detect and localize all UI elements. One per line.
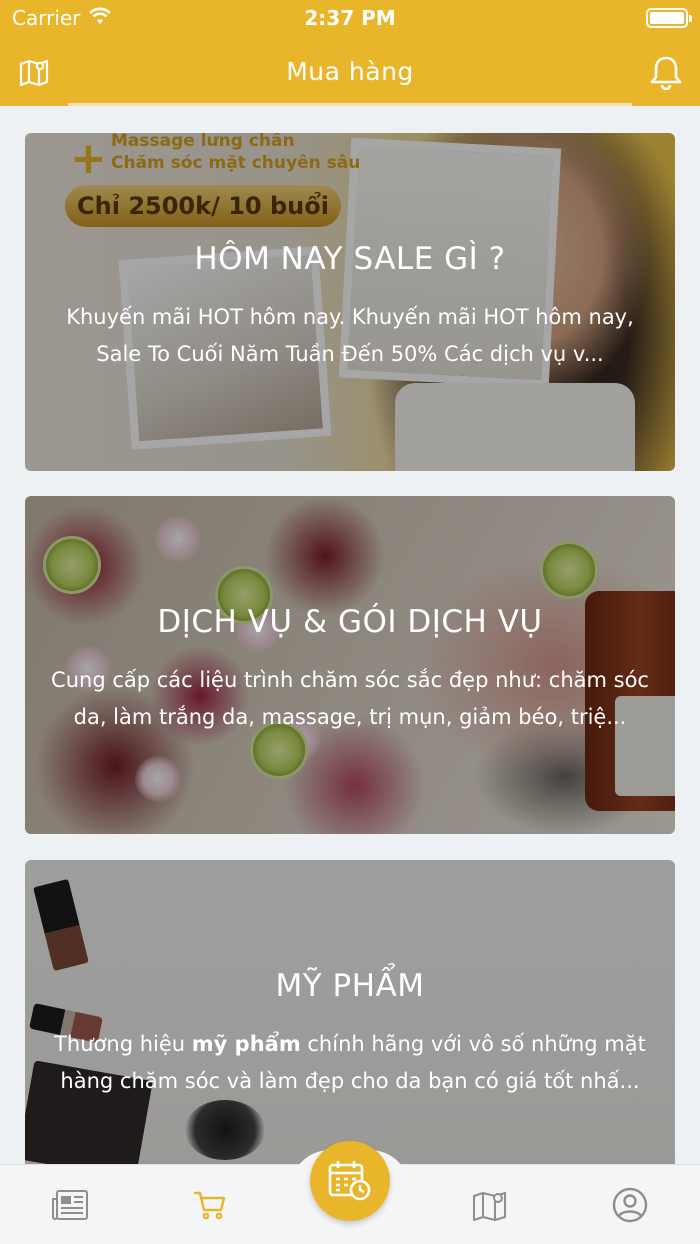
page-title: Mua hàng [286, 56, 414, 86]
card-text: MỸ PHẨM Thương hiệu mỹ phẩm chính hãng v… [45, 968, 655, 1100]
card-text: DỊCH VỤ & GÓI DỊCH VỤ Cung cấp các liệu … [45, 604, 655, 736]
carrier-label: Carrier [12, 6, 81, 30]
map-icon[interactable] [14, 52, 54, 92]
newspaper-icon [52, 1190, 88, 1220]
user-circle-icon [612, 1187, 648, 1223]
card-title: MỸ PHẨM [275, 968, 425, 1004]
card-text: HÔM NAY SALE GÌ ? Khuyến mãi HOT hôm nay… [45, 241, 655, 373]
card-title: DỊCH VỤ & GÓI DỊCH VỤ [157, 604, 543, 640]
map-pin-icon [473, 1192, 506, 1221]
card-description-prefix: Thương hiệu [54, 1032, 192, 1056]
card-sale-today[interactable]: + Massage lưng chân Chăm sóc mặt chuyên … [25, 133, 675, 471]
status-left: Carrier [12, 6, 112, 30]
wifi-icon [88, 6, 112, 30]
calendar-clock-icon [328, 1161, 371, 1201]
card-cosmetics[interactable]: MỸ PHẨM Thương hiệu mỹ phẩm chính hãng v… [25, 860, 675, 1164]
tab-cart[interactable] [188, 1183, 232, 1227]
booking-button[interactable] [310, 1141, 390, 1221]
content-list: + Massage lưng chân Chăm sóc mặt chuyên … [0, 106, 700, 1164]
nav-bar: Mua hàng [0, 36, 700, 106]
bell-icon[interactable] [646, 52, 686, 92]
card-description-bold: mỹ phẩm [191, 1032, 301, 1056]
status-bar: Carrier 2:37 PM [0, 0, 700, 36]
battery-icon [646, 8, 692, 28]
tab-profile[interactable] [608, 1183, 652, 1227]
card-services[interactable]: DỊCH VỤ & GÓI DỊCH VỤ Cung cấp các liệu … [25, 496, 675, 834]
cart-icon [193, 1191, 226, 1220]
tab-map[interactable] [468, 1183, 512, 1227]
card-description: Khuyến mãi HOT hôm nay. Khuyến mãi HOT h… [66, 305, 634, 366]
card-description: Thương hiệu mỹ phẩm chính hãng với vô số… [45, 1026, 655, 1100]
card-description: Cung cấp các liệu trình chăm sóc sắc đẹp… [51, 668, 649, 729]
card-title: HÔM NAY SALE GÌ ? [194, 241, 506, 277]
tab-news[interactable] [48, 1183, 92, 1227]
